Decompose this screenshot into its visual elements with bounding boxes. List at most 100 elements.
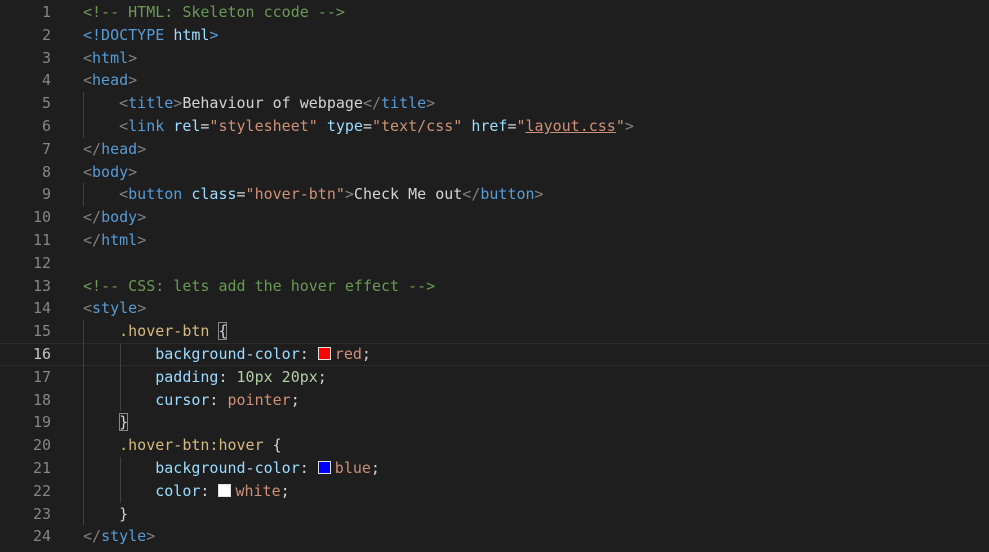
line-number: 21 — [32, 459, 51, 477]
code-line[interactable]: 20 .hover-btn:hover { — [0, 434, 989, 457]
code-token: > — [624, 117, 634, 135]
code-text: <html> — [83, 47, 137, 70]
code-token: </ — [362, 94, 382, 113]
code-token: </ — [83, 139, 102, 158]
code-line[interactable]: 17 padding: 10px 20px; — [0, 365, 989, 389]
line-number: 11 — [32, 231, 51, 249]
code-line[interactable]: 5 <title>Behaviour of webpage</title> — [0, 92, 989, 115]
code-token: </ — [462, 185, 481, 204]
code-line[interactable]: 11 </html> — [0, 229, 989, 252]
line-number: 16 — [32, 345, 51, 363]
code-token: < — [83, 48, 93, 67]
line-number: 9 — [41, 185, 51, 204]
code-line[interactable]: 6 <link rel="stylesheet" type="text/css" … — [0, 115, 989, 138]
color-swatch-icon[interactable] — [218, 483, 232, 497]
code-text: <head> — [83, 69, 137, 92]
code-text: <!-- CSS: lets add the hover effect --> — [83, 275, 435, 298]
code-line[interactable]: 4 <head> — [0, 69, 989, 92]
code-text: <!-- HTML: Skeleton ccode --> — [83, 1, 345, 24]
code-text: } — [119, 503, 128, 526]
code-line[interactable]: 2 <!DOCTYPE html> — [0, 24, 989, 47]
line-number: 13 — [32, 276, 51, 295]
code-token: { — [218, 322, 228, 341]
code-token: Check Me out — [353, 185, 463, 204]
indent-guide — [120, 365, 121, 389]
indent-guide — [83, 411, 84, 435]
color-swatch-icon[interactable] — [317, 461, 331, 474]
file-link[interactable]: layout.css — [526, 117, 616, 135]
code-token: < — [83, 299, 93, 318]
code-line[interactable]: 12 — [0, 252, 989, 275]
code-line[interactable]: 19} — [0, 411, 989, 435]
code-token: head — [92, 71, 129, 90]
code-token: style — [92, 299, 138, 318]
code-text: background-color: red; — [155, 343, 371, 366]
code-line[interactable]: 7 </head> — [0, 138, 989, 161]
code-token: "stylesheet" — [209, 117, 318, 135]
code-editor[interactable]: 1 <!-- HTML: Skeleton ccode --> 2 <!DOCTYPE… — [0, 0, 989, 552]
line-number: 15 — [32, 322, 51, 341]
code-line[interactable]: 21 background-color: blue; — [0, 457, 989, 480]
line-number: 1 — [41, 3, 51, 21]
line-number: 20 — [32, 436, 51, 455]
code-token: body — [92, 162, 129, 181]
code-token: html — [92, 48, 129, 67]
code-line[interactable]: 1 <!-- HTML: Skeleton ccode --> — [0, 1, 989, 24]
code-token: button — [480, 185, 535, 204]
code-token: title — [128, 94, 174, 113]
code-token: } — [119, 504, 129, 523]
code-text: cursor: pointer; — [155, 389, 300, 412]
code-token: type — [326, 117, 363, 135]
code-token: : — [209, 390, 228, 409]
line-number: 8 — [41, 162, 51, 181]
code-text: background-color: blue; — [155, 457, 380, 480]
code-token: > — [137, 299, 147, 318]
code-token: white — [235, 481, 281, 500]
code-line[interactable]: 3 <html> — [0, 47, 989, 70]
code-token: = — [362, 117, 372, 135]
code-text: </body> — [83, 206, 146, 229]
code-line[interactable]: 14 <style> — [0, 297, 989, 320]
code-token: "text/css" — [371, 117, 463, 135]
line-number: 2 — [41, 25, 51, 44]
code-text: <style> — [83, 297, 146, 320]
code-token: red — [334, 345, 362, 363]
code-line[interactable]: 16 background-color: red; — [0, 343, 989, 366]
code-token: > — [426, 94, 436, 113]
code-line[interactable]: 10 </body> — [0, 206, 989, 229]
line-number: 22 — [32, 481, 51, 500]
line-number: 18 — [32, 390, 51, 409]
code-token: color — [155, 481, 201, 500]
code-text: .hover-btn { — [119, 320, 228, 343]
code-line[interactable]: 15 .hover-btn { — [0, 320, 989, 343]
code-line[interactable]: 13 <!-- CSS: lets add the hover effect --… — [0, 275, 989, 298]
code-token: </ — [83, 231, 102, 249]
code-token: html — [101, 231, 138, 249]
code-token: </ — [83, 208, 102, 227]
code-token: ; — [361, 345, 371, 363]
code-text: color: white; — [155, 480, 289, 503]
code-line[interactable]: 8 <body> — [0, 161, 989, 184]
code-token: background-color — [155, 345, 300, 363]
code-token: " — [615, 117, 625, 135]
indent-guide — [83, 92, 84, 115]
line-number: 7 — [41, 139, 51, 158]
code-text: .hover-btn:hover { — [119, 434, 282, 457]
code-token: { — [272, 436, 282, 455]
code-token: > — [137, 139, 147, 158]
indent-guide — [83, 434, 84, 457]
code-text: } — [119, 411, 129, 434]
code-token: ; — [280, 481, 290, 500]
indent-guide — [83, 320, 84, 343]
code-token: cursor — [155, 390, 210, 409]
code-line[interactable]: 22 color: white; — [0, 479, 989, 503]
code-line[interactable]: 9 <button class="hover-btn">Check Me out<… — [0, 183, 989, 207]
code-token: : — [299, 459, 318, 477]
code-line[interactable]: 18 cursor: pointer; — [0, 388, 989, 412]
line-number: 12 — [32, 253, 51, 272]
code-line[interactable]: 23} — [0, 502, 989, 526]
code-line[interactable]: 24 </style> — [0, 525, 989, 548]
color-swatch-icon[interactable] — [317, 347, 331, 360]
